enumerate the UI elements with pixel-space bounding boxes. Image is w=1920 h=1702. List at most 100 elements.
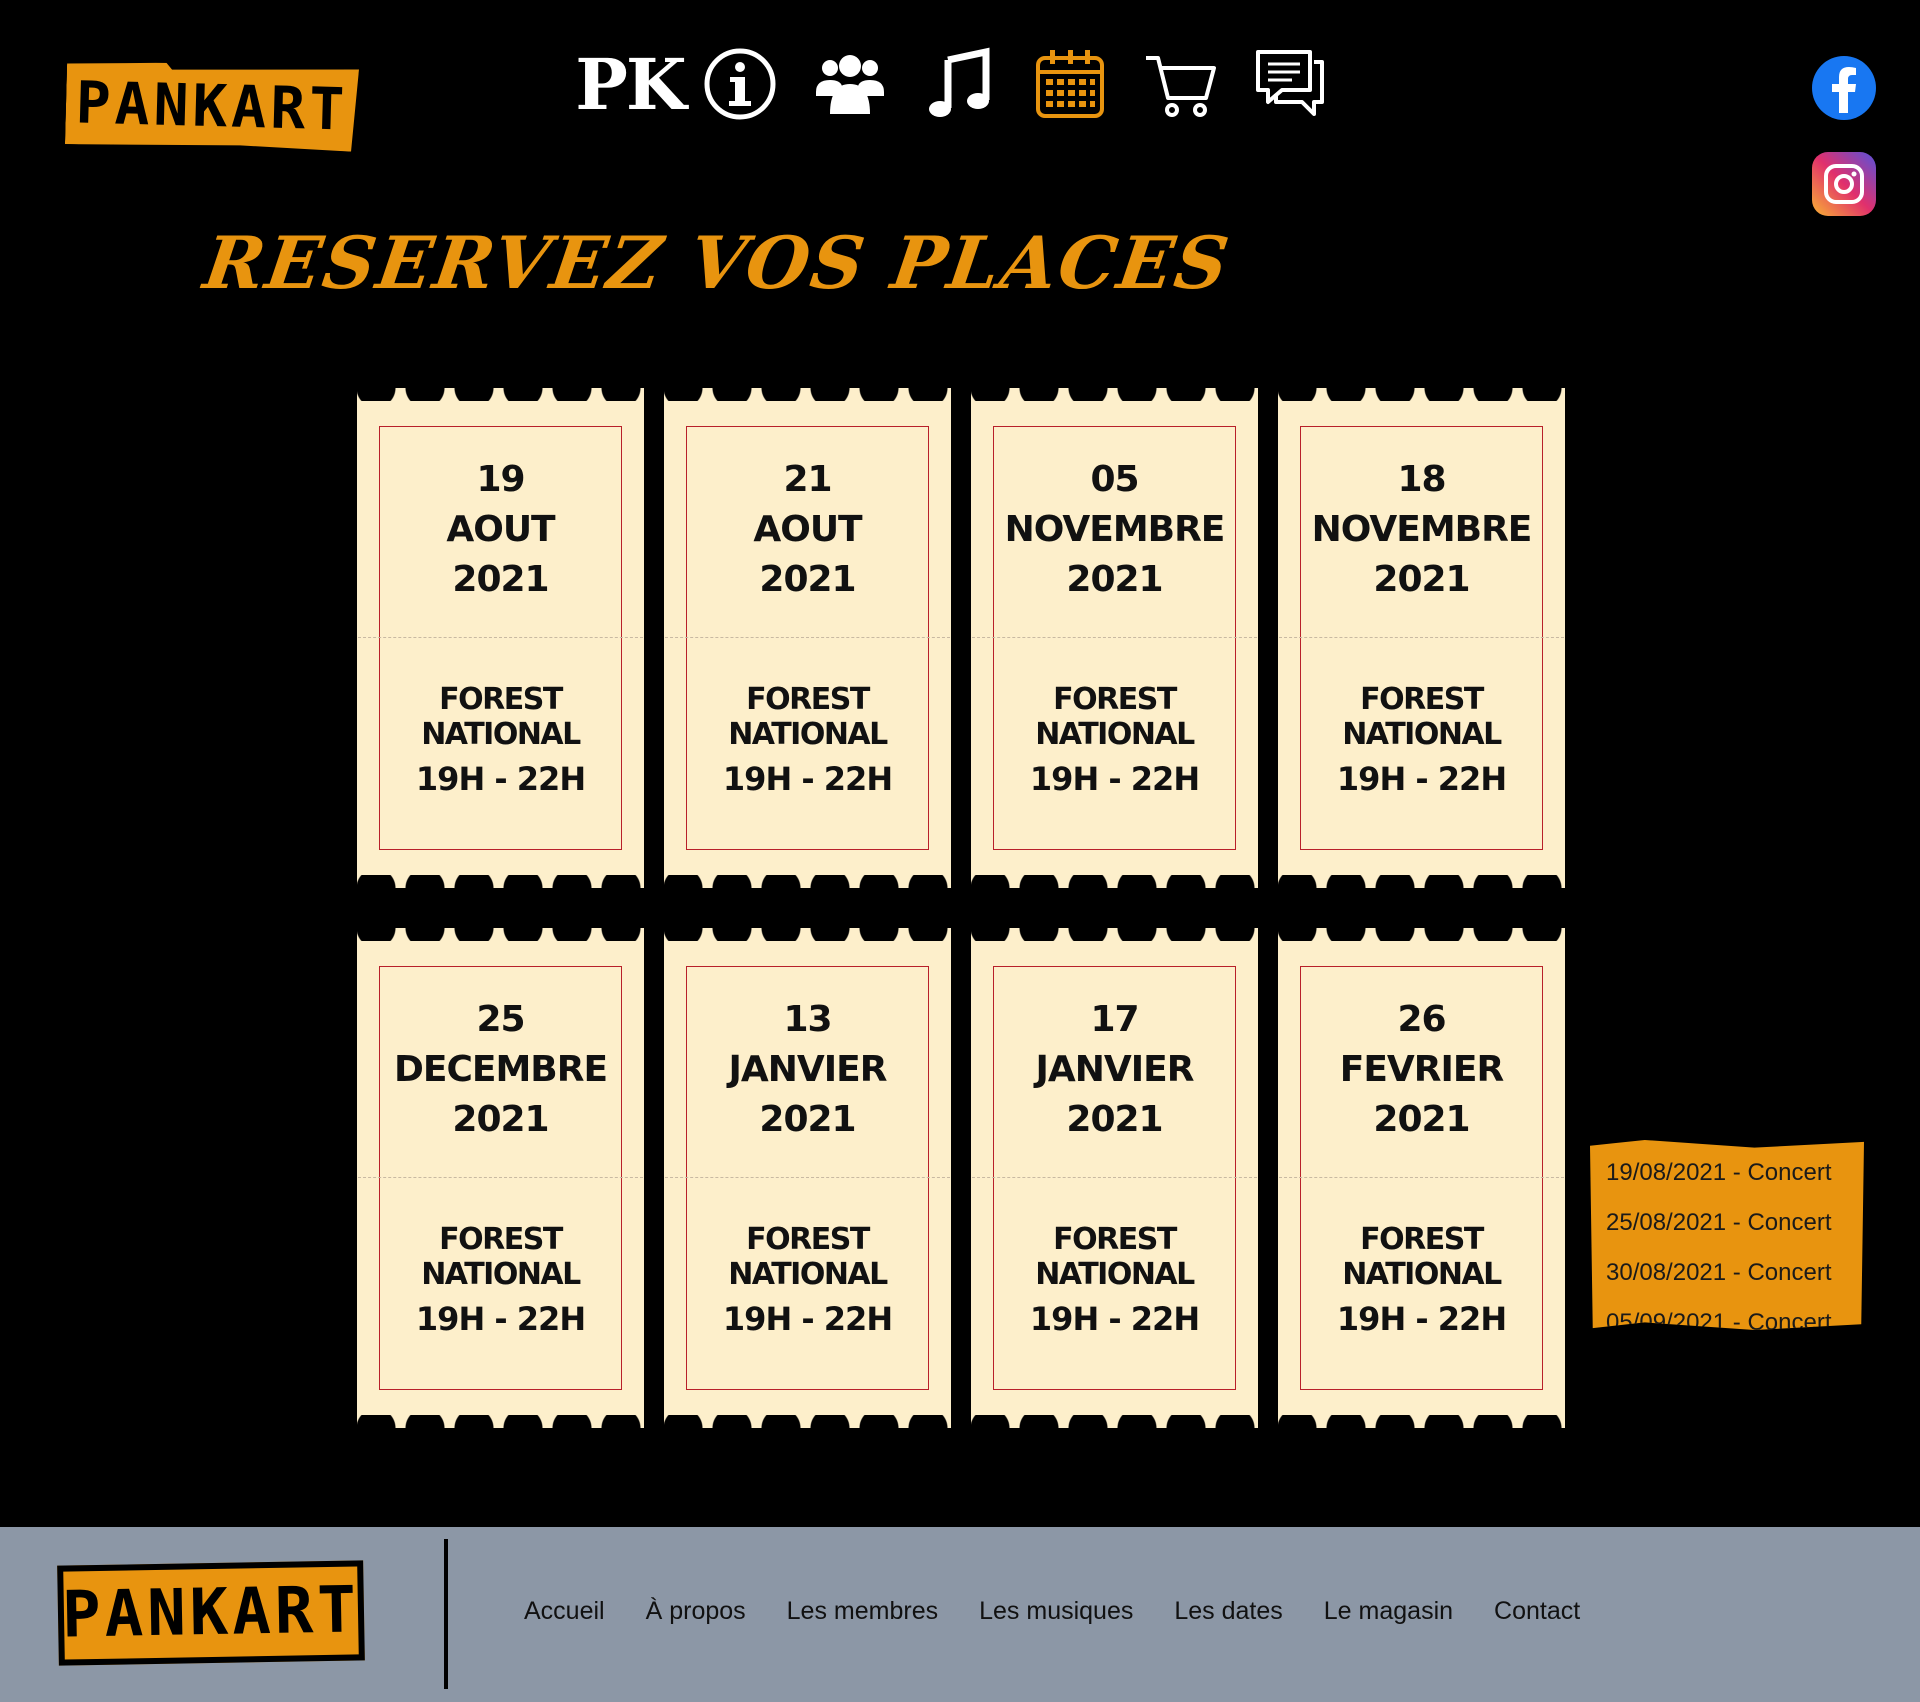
ticket-venue: FOREST NATIONAL <box>1342 682 1502 752</box>
ticket-venue: FOREST NATIONAL <box>728 1222 888 1292</box>
ticket-day: 18 <box>1397 459 1446 500</box>
ticket-date: 17 JANVIER 2021 <box>994 995 1235 1145</box>
ticket-perforation <box>358 1177 643 1178</box>
ticket-date: 19 AOUT 2021 <box>380 455 621 605</box>
ticket-frame: 21 AOUT 2021 FOREST NATIONAL 19H - 22H <box>665 426 950 850</box>
concert-list-item[interactable]: 25/08/2021 - Concert <box>1606 1198 1864 1248</box>
ticket-frame: 26 FEVRIER 2021 FOREST NATIONAL 19H - 22H <box>1279 966 1564 1390</box>
ticket-day: 13 <box>783 999 832 1040</box>
concert-list-item[interactable]: 19/08/2021 - Concert <box>1606 1148 1864 1198</box>
ticket-day: 25 <box>476 999 525 1040</box>
footer: PANKART Accueil À propos Les membres Les mu… <box>0 1527 1920 1702</box>
ticket-month: AOUT <box>446 509 555 550</box>
footer-link[interactable]: Contact <box>1494 1597 1580 1626</box>
ticket-perforation <box>972 1177 1257 1178</box>
ticket-card[interactable]: 26 FEVRIER 2021 FOREST NATIONAL 19H - 22H <box>1272 915 1571 1441</box>
ticket-time: 19H - 22H <box>722 760 893 798</box>
facebook-icon <box>1832 67 1856 113</box>
ticket-venue: FOREST NATIONAL <box>728 682 888 752</box>
ticket-venue: FOREST NATIONAL <box>1342 1222 1502 1292</box>
ticket-day: 19 <box>476 459 525 500</box>
instagram-link[interactable] <box>1812 152 1876 216</box>
ticket-month: JANVIER <box>728 1049 888 1090</box>
nav-home-pk[interactable]: PK <box>575 43 686 126</box>
ticket-card[interactable]: 13 JANVIER 2021 FOREST NATIONAL 19H - 22H <box>658 915 957 1441</box>
main-nav: PK <box>575 43 1330 126</box>
ticket-card[interactable]: 21 AOUT 2021 FOREST NATIONAL 19H - 22H <box>658 375 957 901</box>
ticket-time: 19H - 22H <box>415 1300 586 1338</box>
ticket-perforation <box>1279 1177 1564 1178</box>
ticket-day: 17 <box>1090 999 1139 1040</box>
chat-bubbles-icon <box>1256 50 1324 116</box>
ticket-venue: FOREST NATIONAL <box>1035 1222 1195 1292</box>
footer-nav: Accueil À propos Les membres Les musiques Le… <box>524 1597 1580 1626</box>
ticket-perforation <box>1279 637 1564 638</box>
ticket-year: 2021 <box>759 559 856 600</box>
page-title: RESERVEZ VOS PLACES <box>199 220 1236 305</box>
ticket-date: 25 DECEMBRE 2021 <box>380 995 621 1145</box>
ticket-year: 2021 <box>1066 559 1163 600</box>
ticket-perforation <box>665 637 950 638</box>
ticket-perforation <box>972 637 1257 638</box>
ticket-day: 21 <box>783 459 832 500</box>
ticket-frame: 13 JANVIER 2021 FOREST NATIONAL 19H - 22H <box>665 966 950 1390</box>
ticket-perforation <box>358 637 643 638</box>
ticket-time: 19H - 22H <box>1336 1300 1507 1338</box>
nav-music[interactable] <box>920 44 1000 124</box>
ticket-year: 2021 <box>1066 1099 1163 1140</box>
instagram-icon <box>1824 164 1864 204</box>
info-icon <box>704 48 776 120</box>
shopping-cart-icon <box>1146 56 1216 117</box>
footer-link[interactable]: Les membres <box>787 1597 938 1626</box>
pk-home-icon: PK <box>575 42 686 126</box>
ticket-card[interactable]: 19 AOUT 2021 FOREST NATIONAL 19H - 22H <box>351 375 650 901</box>
nav-about[interactable] <box>700 44 780 124</box>
ticket-time: 19H - 22H <box>415 760 586 798</box>
concert-list-item[interactable]: 05/09/2021 - Concert <box>1606 1298 1864 1330</box>
ticket-year: 2021 <box>759 1099 856 1140</box>
nav-members[interactable] <box>810 44 890 124</box>
footer-link[interactable]: Les musiques <box>979 1597 1133 1626</box>
ticket-card[interactable]: 25 DECEMBRE 2021 FOREST NATIONAL 19H - 22H <box>351 915 650 1441</box>
ticket-frame: 05 NOVEMBRE 2021 FOREST NATIONAL 19H - 22H <box>972 426 1257 850</box>
ticket-year: 2021 <box>1373 559 1470 600</box>
ticket-year: 2021 <box>452 1099 549 1140</box>
ticket-date: 05 NOVEMBRE 2021 <box>994 455 1235 605</box>
footer-link[interactable]: Le magasin <box>1324 1597 1453 1626</box>
ticket-list: 19 AOUT 2021 FOREST NATIONAL 19H - 22H 21 AOUT… <box>351 375 1571 1441</box>
ticket-frame: 17 JANVIER 2021 FOREST NATIONAL 19H - 22H <box>972 966 1257 1390</box>
ticket-venue: FOREST NATIONAL <box>421 1222 581 1292</box>
group-members-icon <box>816 55 884 114</box>
pankart-logo[interactable]: PANKART <box>65 60 359 152</box>
ticket-date: 26 FEVRIER 2021 <box>1301 995 1542 1145</box>
ticket-date: 18 NOVEMBRE 2021 <box>1301 455 1542 605</box>
ticket-month: NOVEMBRE <box>1004 509 1226 550</box>
ticket-time: 19H - 22H <box>722 1300 893 1338</box>
ticket-month: JANVIER <box>1035 1049 1195 1090</box>
ticket-year: 2021 <box>452 559 549 600</box>
ticket-frame: 19 AOUT 2021 FOREST NATIONAL 19H - 22H <box>358 426 643 850</box>
ticket-day: 05 <box>1090 459 1139 500</box>
ticket-time: 19H - 22H <box>1336 760 1507 798</box>
nav-dates[interactable] <box>1030 44 1110 124</box>
footer-link[interactable]: Les dates <box>1174 1597 1282 1626</box>
ticket-time: 19H - 22H <box>1029 1300 1200 1338</box>
ticket-date: 21 AOUT 2021 <box>687 455 928 605</box>
nav-shop[interactable] <box>1140 44 1220 124</box>
upcoming-concerts-list: 19/08/2021 - Concert 25/08/2021 - Concert… <box>1590 1140 1864 1330</box>
footer-link[interactable]: À propos <box>646 1597 746 1626</box>
facebook-link[interactable] <box>1812 56 1876 120</box>
ticket-card[interactable]: 18 NOVEMBRE 2021 FOREST NATIONAL 19H - 22H <box>1272 375 1571 901</box>
footer-pankart-logo[interactable]: PANKART <box>57 1560 365 1666</box>
ticket-card[interactable]: 05 NOVEMBRE 2021 FOREST NATIONAL 19H - 22H <box>965 375 1264 901</box>
ticket-card[interactable]: 17 JANVIER 2021 FOREST NATIONAL 19H - 22H <box>965 915 1264 1441</box>
nav-contact[interactable] <box>1250 44 1330 124</box>
ticket-day: 26 <box>1397 999 1446 1040</box>
music-note-icon <box>929 47 990 117</box>
ticket-month: AOUT <box>753 509 862 550</box>
ticket-month: FEVRIER <box>1339 1049 1504 1090</box>
footer-link[interactable]: Accueil <box>524 1597 605 1626</box>
ticket-venue: FOREST NATIONAL <box>1035 682 1195 752</box>
ticket-month: DECEMBRE <box>393 1049 608 1090</box>
concert-list-item[interactable]: 30/08/2021 - Concert <box>1606 1248 1864 1298</box>
